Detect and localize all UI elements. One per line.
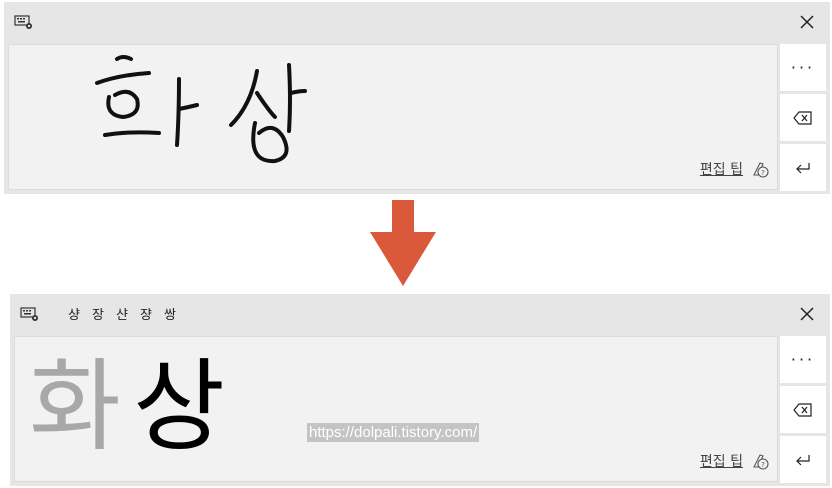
side-buttons: ··· [780,336,826,483]
writing-canvas[interactable]: 편집 팁 ? [8,44,778,190]
backspace-button[interactable] [780,94,826,141]
writing-canvas[interactable]: 화 상 https://dolpali.tistory.com/ 편집 팁 ? [14,336,778,482]
pen-help-icon[interactable]: ? [751,160,769,178]
recognized-char-committed: 화 [29,348,121,465]
backspace-button[interactable] [780,386,826,433]
candidate-item[interactable]: 샹 [62,304,86,323]
pen-help-icon[interactable]: ? [751,452,769,470]
handwritten-strokes [95,55,307,164]
handwriting-panel-top: 편집 팁 ? ··· [4,2,830,194]
more-icon: ··· [790,350,816,369]
side-buttons: ··· [780,44,826,191]
edit-tips-link[interactable]: 편집 팁 [700,451,743,471]
more-button[interactable]: ··· [780,44,826,91]
candidate-item[interactable]: 쌍 [158,304,182,323]
handwriting-panel-bottom: 샹 장 샨 쟝 쌍 화 상 https://dolpali.tistory.co… [10,294,830,486]
svg-text:?: ? [761,169,765,177]
more-icon: ··· [790,58,816,77]
close-button[interactable] [784,2,830,42]
enter-button[interactable] [780,436,826,483]
candidate-item[interactable]: 쟝 [134,304,158,323]
candidate-item[interactable]: 샨 [110,304,134,323]
edit-tips: 편집 팁 ? [700,451,769,471]
enter-icon [796,454,810,465]
candidate-list: 샹 장 샨 쟝 쌍 [62,304,182,323]
backspace-icon [793,402,812,417]
recognized-char-current: 상 [133,348,225,465]
svg-text:?: ? [761,461,765,469]
keyboard-settings-icon[interactable] [14,14,34,30]
keyboard-settings-icon[interactable] [20,306,40,322]
close-icon [800,307,814,321]
title-bar: 샹 장 샨 쟝 쌍 [10,294,830,334]
watermark-text: https://dolpali.tistory.com/ [307,423,480,442]
candidate-item[interactable]: 장 [86,304,110,323]
title-bar [4,2,830,42]
arrow-down-icon [370,200,436,286]
enter-icon [796,162,810,173]
backspace-icon [793,110,812,125]
more-button[interactable]: ··· [780,336,826,383]
edit-tips: 편집 팁 ? [700,159,769,179]
enter-button[interactable] [780,144,826,191]
close-button[interactable] [784,294,830,334]
edit-tips-link[interactable]: 편집 팁 [700,159,743,179]
close-icon [800,15,814,29]
